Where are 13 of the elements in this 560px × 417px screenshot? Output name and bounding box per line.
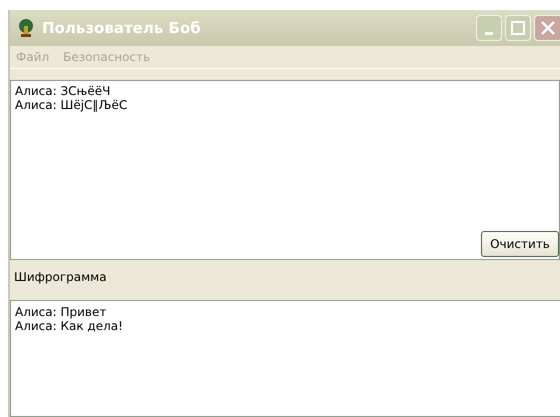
maximize-icon <box>511 21 525 36</box>
close-icon <box>540 20 556 36</box>
message-box[interactable]: Алиса: ЗСњёёЧ Алиса: ШёјС‖ЉёС Очистить <box>10 80 560 260</box>
tree-icon <box>16 18 36 38</box>
window-title: Пользователь Боб <box>42 19 202 38</box>
message-line: Алиса: ШёјС‖ЉёС <box>15 98 128 112</box>
message-line: Алиса: Привет <box>15 304 108 319</box>
ciphertext-box[interactable]: Алиса: Привет Алиса: Как дела! <box>10 300 560 417</box>
message-line: Алиса: ЗСњёёЧ <box>15 84 112 98</box>
minimize-icon <box>485 32 493 35</box>
ciphertext-label: Шифрограмма <box>14 270 108 284</box>
clear-button[interactable]: Очистить <box>481 230 559 257</box>
message-line: Алиса: Как дела! <box>15 318 124 333</box>
